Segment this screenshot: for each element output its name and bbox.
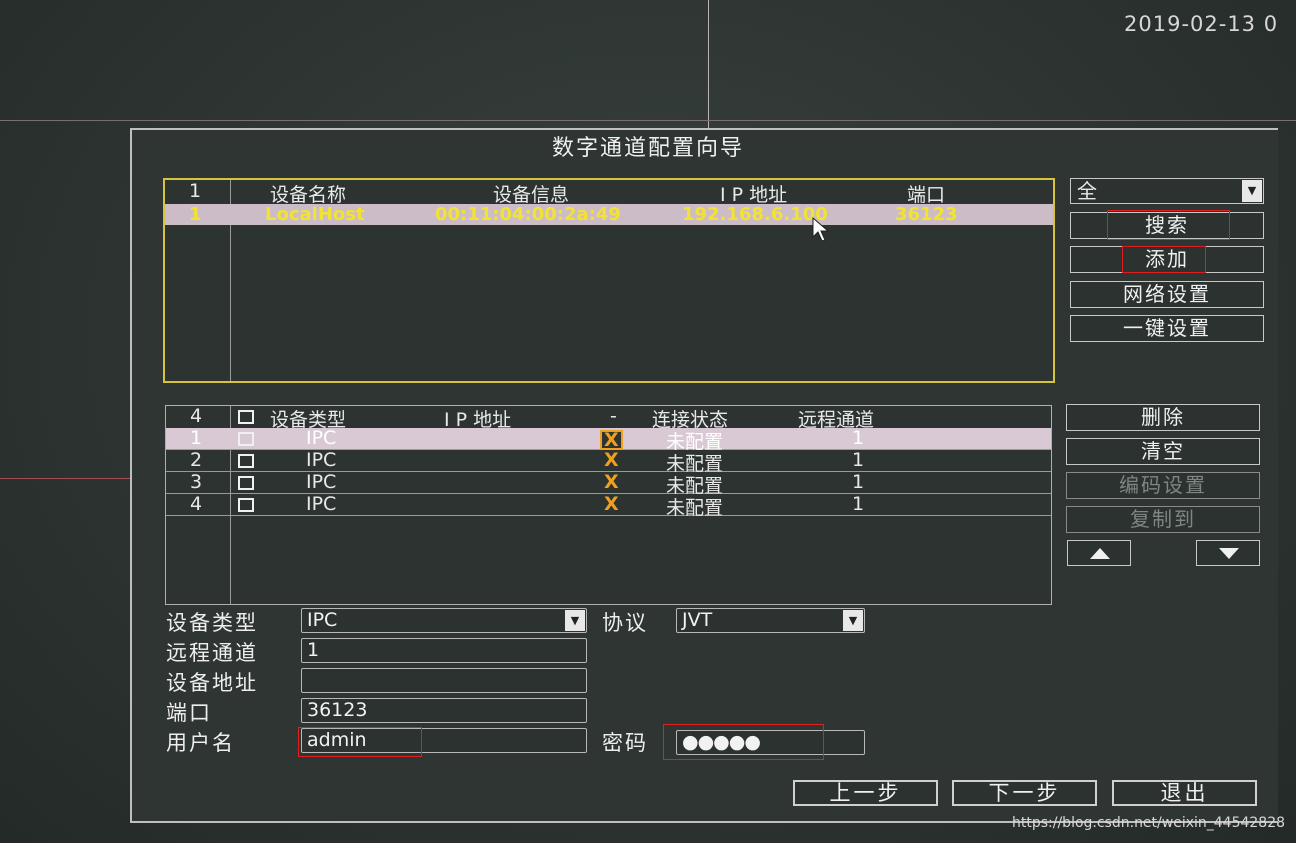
row-remote-channel: 1 [852, 493, 865, 515]
grid-line-horizontal-left [0, 478, 130, 479]
protocol-value: JVT [682, 609, 713, 631]
remote-channel-label: 远程通道 [166, 641, 258, 665]
row-checkbox[interactable] [238, 476, 254, 490]
row-ip-address: 192.168.6.100 [682, 204, 828, 225]
channel-row[interactable]: 1 IPC X 未配置 1 [166, 427, 1051, 453]
chevron-down-icon: ▼ [565, 610, 585, 631]
protocol-select[interactable]: JVT ▼ [676, 608, 865, 633]
header-count: 1 [189, 180, 202, 202]
device-address-label: 设备地址 [166, 671, 258, 695]
header-count: 4 [190, 405, 203, 427]
annotation-box [1107, 210, 1230, 240]
move-up-button[interactable] [1067, 540, 1131, 566]
row-device-type: IPC [306, 449, 337, 471]
mouse-cursor-icon [812, 217, 830, 242]
device-type-label: 设备类型 [166, 611, 258, 635]
encode-settings-button[interactable]: 编码设置 [1066, 472, 1260, 499]
filter-select[interactable]: 全 ▼ [1070, 178, 1264, 204]
channel-table-header: 4 设备类型 I P 地址 - 连接状态 远程通道 [166, 405, 1051, 431]
network-settings-button[interactable]: 网络设置 [1070, 281, 1264, 308]
select-all-checkbox[interactable] [238, 410, 254, 424]
row-device-name: LocalHost [265, 204, 365, 225]
grid-line-horizontal [0, 120, 1296, 121]
header-device-name: 设备名称 [270, 184, 347, 206]
previous-step-button[interactable]: 上一步 [793, 780, 938, 806]
grid-line-vertical [708, 0, 709, 130]
row-index: 1 [189, 204, 202, 225]
row-index: 4 [190, 493, 203, 515]
delete-button[interactable]: 删除 [1066, 404, 1260, 431]
row-checkbox[interactable] [238, 498, 254, 512]
port-label: 端口 [166, 701, 212, 725]
exit-button[interactable]: 退出 [1112, 780, 1257, 806]
row-index: 1 [190, 427, 203, 449]
port-field[interactable]: 36123 [301, 698, 587, 723]
row-device-type: IPC [306, 493, 337, 515]
watermark-text: https://blog.csdn.net/weixin_44542828 [1012, 815, 1286, 831]
row-device-type: IPC [306, 471, 337, 493]
row-checkbox[interactable] [238, 454, 254, 468]
row-port: 36123 [895, 204, 958, 225]
device-type-value: IPC [307, 609, 338, 631]
dialog-title: 数字通道配置向导 [551, 136, 744, 161]
arrow-down-icon [1219, 548, 1239, 559]
copy-to-button[interactable]: 复制到 [1066, 506, 1260, 533]
channel-row[interactable]: 2 IPC X 未配置 1 [166, 449, 1051, 475]
device-address-field[interactable] [301, 668, 587, 693]
clear-button[interactable]: 清空 [1066, 438, 1260, 465]
filter-select-value: 全 [1077, 179, 1097, 203]
status-x-icon: X [604, 471, 619, 493]
row-index: 2 [190, 449, 203, 471]
channel-row[interactable]: 4 IPC X 未配置 1 [166, 493, 1051, 519]
username-label: 用户名 [166, 731, 235, 755]
channel-row[interactable]: 3 IPC X 未配置 1 [166, 471, 1051, 497]
annotation-box [298, 727, 422, 757]
header-device-info: 设备信息 [493, 184, 570, 206]
header-port: 端口 [907, 184, 946, 206]
row-remote-channel: 1 [852, 449, 865, 471]
header-dash: - [610, 405, 617, 427]
protocol-label: 协议 [602, 611, 648, 635]
header-ip-address: I P 地址 [720, 184, 788, 206]
row-remote-channel: 1 [852, 427, 865, 449]
row-remote-channel: 1 [852, 471, 865, 493]
channel-table[interactable]: 4 设备类型 I P 地址 - 连接状态 远程通道 1 IPC X 未配置 1 … [165, 405, 1052, 605]
annotation-box [663, 724, 824, 760]
chevron-down-icon: ▼ [843, 610, 863, 631]
search-table-header: 1 设备名称 设备信息 I P 地址 端口 [165, 180, 1053, 206]
device-type-select[interactable]: IPC ▼ [301, 608, 587, 633]
search-results-table[interactable]: 1 设备名称 设备信息 I P 地址 端口 1 LocalHost 00:11:… [163, 178, 1055, 383]
search-result-row[interactable]: 1 LocalHost 00:11:04:00:2a:49 192.168.6.… [165, 204, 1053, 225]
arrow-up-icon [1090, 548, 1110, 559]
status-x-icon: X [600, 430, 623, 450]
row-device-type: IPC [306, 427, 337, 449]
move-down-button[interactable] [1196, 540, 1260, 566]
row-index: 3 [190, 471, 203, 493]
status-x-icon: X [604, 449, 619, 471]
datetime-display: 2019-02-13 0 [1124, 12, 1279, 36]
row-checkbox[interactable] [238, 432, 254, 446]
status-x-icon: X [604, 493, 619, 515]
next-step-button[interactable]: 下一步 [952, 780, 1097, 806]
remote-channel-field[interactable]: 1 [301, 638, 587, 663]
row-connection-status: 未配置 [666, 497, 724, 519]
password-label: 密码 [602, 731, 648, 755]
row-device-info: 00:11:04:00:2a:49 [435, 204, 621, 225]
annotation-box [1122, 246, 1206, 273]
chevron-down-icon: ▼ [1242, 180, 1262, 202]
one-key-settings-button[interactable]: 一键设置 [1070, 315, 1264, 342]
